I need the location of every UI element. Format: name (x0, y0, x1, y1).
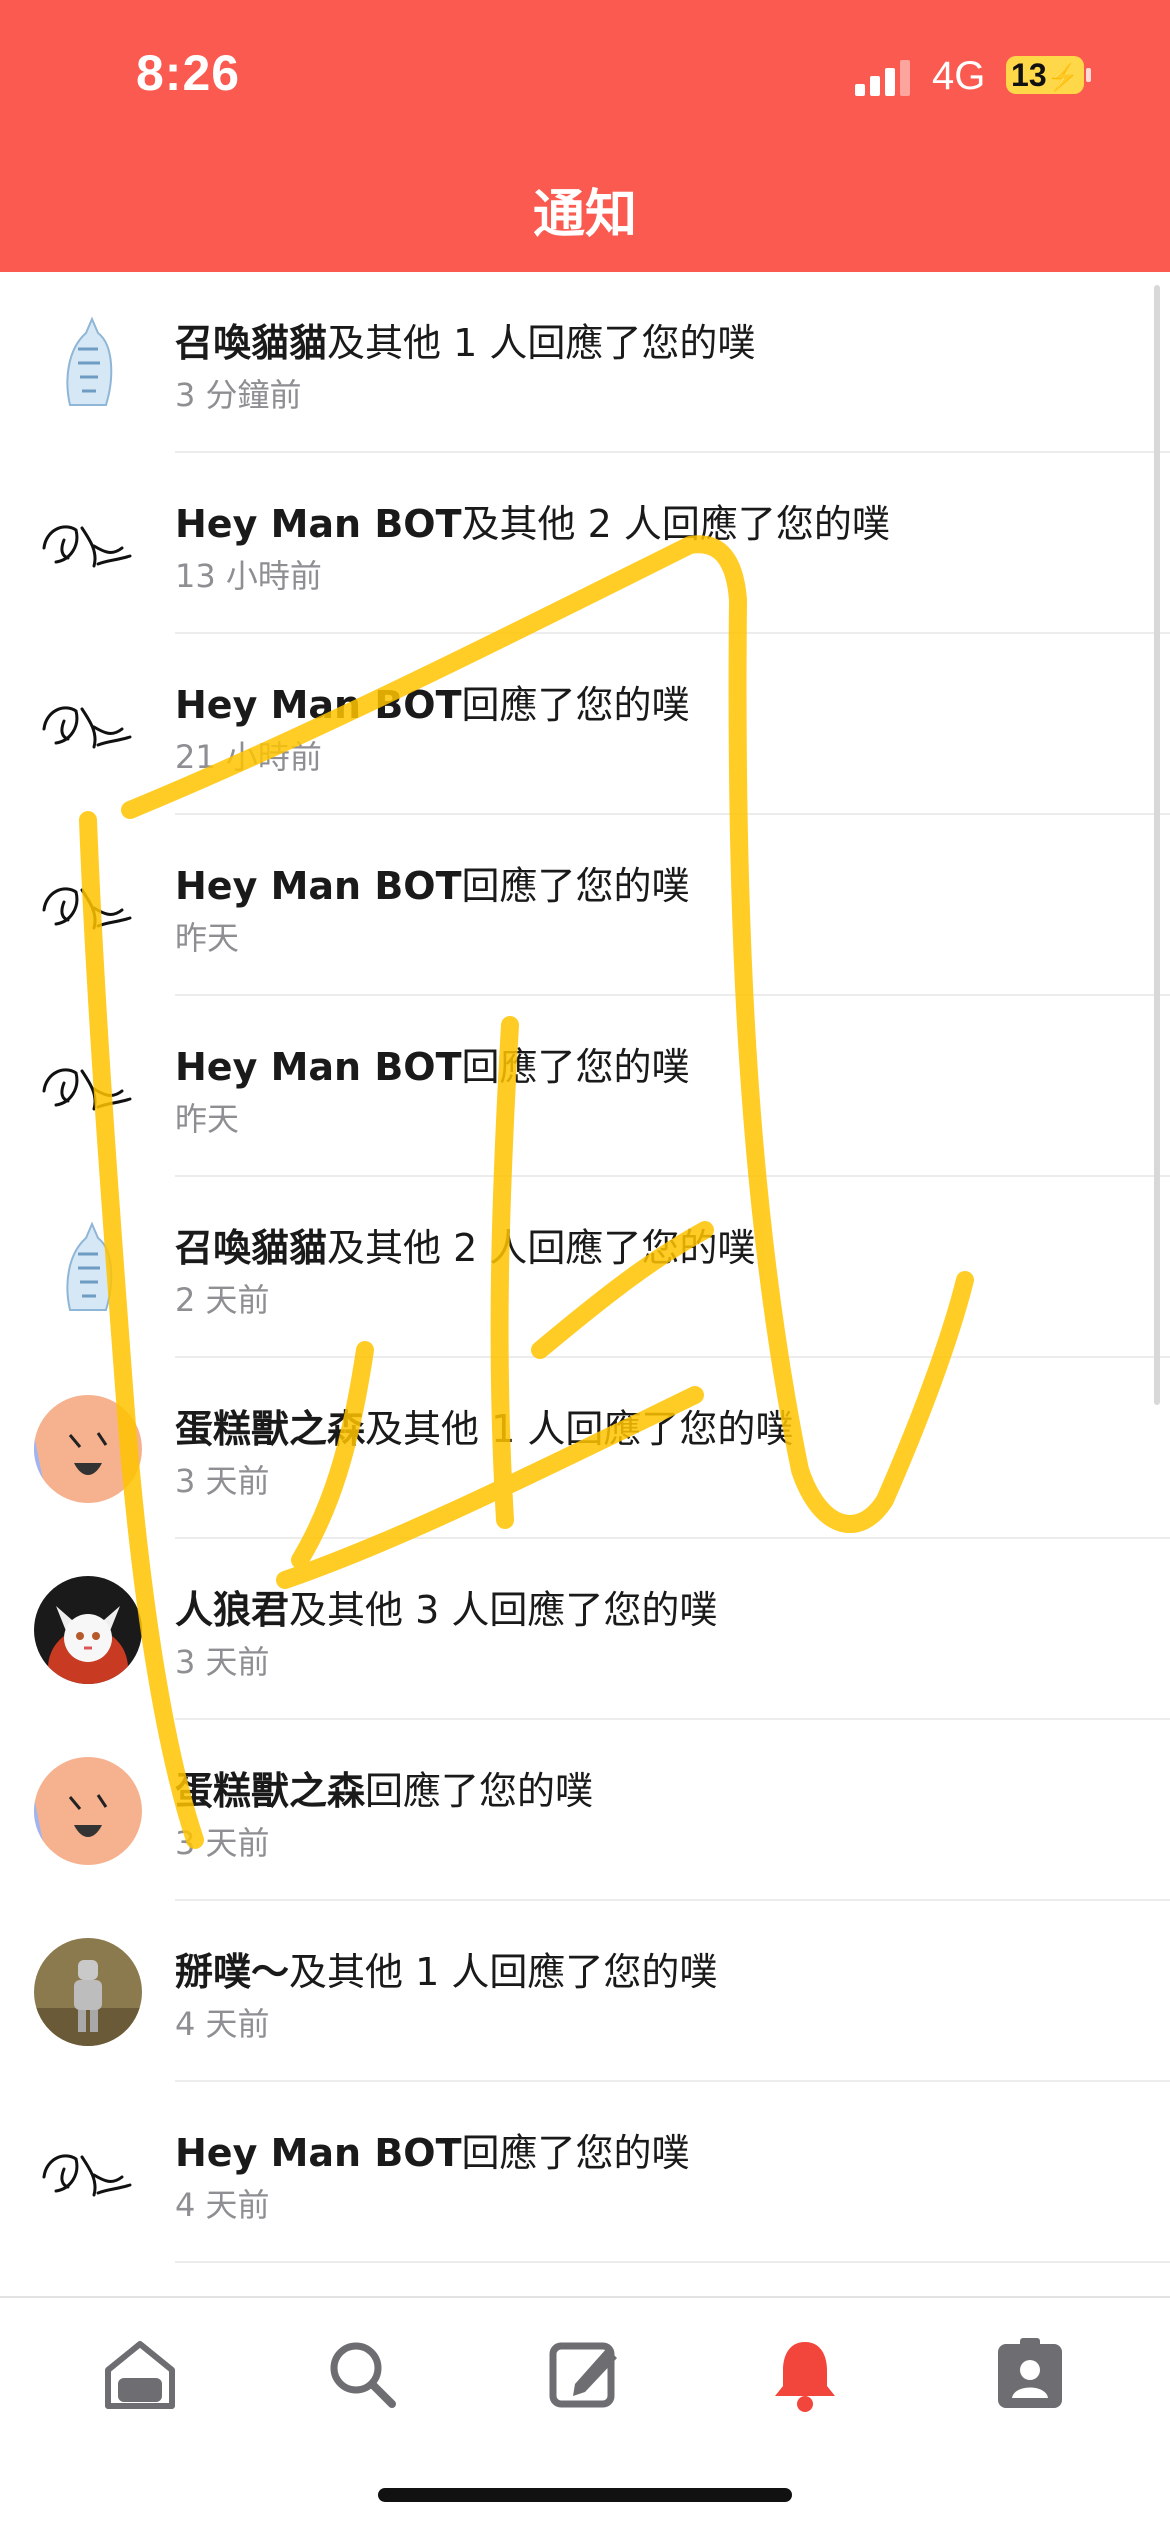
notification-action: 回應了您的噗 (461, 864, 690, 908)
notification-row[interactable]: Hey Man BOT回應了您的噗 21 小時前 (0, 634, 1170, 815)
bell-icon[interactable] (765, 2334, 845, 2414)
notification-text: 人狼君及其他 3 人回應了您的噗 (175, 1579, 717, 1634)
timestamp: 2 天前 (175, 1281, 270, 1319)
timestamp: 昨天 (175, 919, 240, 957)
battery-icon: 13⚡ (1006, 56, 1084, 94)
sender-name[interactable]: 人狼君 (175, 1588, 289, 1632)
avatar[interactable] (34, 1394, 142, 1503)
notification-row[interactable]: Hey Man BOT回應了您的噗 4 天前 (0, 2082, 1170, 2263)
status-time: 8:26 (136, 45, 241, 101)
profile-card-icon[interactable] (990, 2334, 1070, 2414)
scrollbar[interactable] (1154, 285, 1160, 1405)
battery-level: 13 (1011, 57, 1047, 93)
notification-action: 及其他 2 人回應了您的噗 (461, 502, 890, 546)
home-indicator (378, 2488, 792, 2502)
notification-row[interactable]: Hey Man BOT回應了您的噗昨天 (0, 996, 1170, 1177)
notification-text: Hey Man BOT及其他 2 人回應了您的噗 (175, 493, 890, 548)
notification-text: 掰噗～及其他 1 人回應了您的噗 (175, 1941, 717, 1996)
avatar[interactable] (34, 1756, 142, 1865)
avatar[interactable] (34, 851, 142, 960)
search-icon[interactable] (322, 2334, 402, 2414)
sender-name[interactable]: 召喚貓貓 (175, 321, 327, 365)
compose-icon[interactable] (545, 2334, 625, 2414)
notification-text: Hey Man BOT回應了您的噗 (175, 1036, 690, 1091)
home-icon[interactable] (100, 2334, 180, 2414)
signal-icon (855, 60, 915, 96)
sender-name[interactable]: Hey Man BOT (175, 864, 462, 908)
timestamp: 3 天前 (175, 1824, 270, 1862)
avatar[interactable] (34, 308, 142, 417)
timestamp: 4 天前 (175, 2186, 270, 2224)
timestamp: 4 天前 (175, 2005, 270, 2043)
notification-row[interactable]: 掰噗～及其他 1 人回應了您的噗 4 天前 (0, 1901, 1170, 2082)
notification-action: 及其他 3 人回應了您的噗 (289, 1588, 718, 1632)
timestamp: 3 天前 (175, 1643, 270, 1681)
notification-row[interactable]: 蛋糕獸之森及其他 1 人回應了您的噗 3 天前 (0, 1358, 1170, 1539)
notification-action: 回應了您的噗 (461, 2131, 690, 2175)
timestamp: 3 天前 (175, 1462, 270, 1500)
sender-name[interactable]: Hey Man BOT (175, 502, 462, 546)
notification-text: Hey Man BOT回應了您的噗 (175, 855, 690, 910)
sender-name[interactable]: Hey Man BOT (175, 2131, 462, 2175)
notification-row[interactable]: 人狼君及其他 3 人回應了您的噗 3 天前 (0, 1539, 1170, 1720)
notification-text: Hey Man BOT回應了您的噗 (175, 674, 690, 729)
divider (175, 2261, 1170, 2263)
notification-list: 召喚貓貓及其他 1 人回應了您的噗 3 分鐘前 Hey Man BOT及其他 2 人… (0, 272, 1170, 2296)
notification-action: 回應了您的噗 (365, 1769, 594, 1813)
timestamp: 21 小時前 (175, 738, 322, 776)
notification-row[interactable]: 召喚貓貓及其他 2 人回應了您的噗 2 天前 (0, 1177, 1170, 1358)
avatar[interactable] (34, 1937, 142, 2046)
battery-tip (1086, 68, 1091, 82)
notification-action: 回應了您的噗 (461, 1045, 690, 1089)
sender-name[interactable]: 蛋糕獸之森 (175, 1407, 365, 1451)
notification-text: 召喚貓貓及其他 2 人回應了您的噗 (175, 1217, 755, 1272)
timestamp: 13 小時前 (175, 557, 322, 595)
sender-name[interactable]: 蛋糕獸之森 (175, 1769, 365, 1813)
notification-action: 及其他 1 人回應了您的噗 (365, 1407, 794, 1451)
sender-name[interactable]: Hey Man BOT (175, 1045, 462, 1089)
page-title: 通知 (532, 185, 637, 245)
avatar[interactable] (34, 1575, 142, 1684)
notification-action: 回應了您的噗 (461, 683, 690, 727)
timestamp: 昨天 (175, 1100, 240, 1138)
avatar[interactable] (34, 1032, 142, 1141)
notification-row[interactable]: Hey Man BOT回應了您的噗昨天 (0, 815, 1170, 996)
sender-name[interactable]: Hey Man BOT (175, 683, 462, 727)
timestamp: 3 分鐘前 (175, 376, 302, 414)
notification-row[interactable]: 蛋糕獸之森回應了您的噗 3 天前 (0, 1720, 1170, 1901)
avatar[interactable] (34, 1213, 142, 1322)
network-type: 4G (932, 54, 986, 98)
notification-text: Hey Man BOT回應了您的噗 (175, 2122, 690, 2177)
notification-row[interactable]: Hey Man BOT及其他 2 人回應了您的噗 13 小時前 (0, 453, 1170, 634)
sender-name[interactable]: 召喚貓貓 (175, 1226, 327, 1270)
notification-text: 蛋糕獸之森及其他 1 人回應了您的噗 (175, 1398, 793, 1453)
notification-action: 及其他 1 人回應了您的噗 (289, 1950, 718, 1994)
notification-row[interactable]: 召喚貓貓及其他 1 人回應了您的噗 3 分鐘前 (0, 272, 1170, 453)
notification-action: 及其他 1 人回應了您的噗 (327, 321, 756, 365)
avatar[interactable] (34, 670, 142, 779)
notification-text: 蛋糕獸之森回應了您的噗 (175, 1760, 593, 1815)
avatar[interactable] (34, 489, 142, 598)
sender-name[interactable]: 掰噗～ (175, 1950, 289, 1994)
notification-action: 及其他 2 人回應了您的噗 (327, 1226, 756, 1270)
notification-text: 召喚貓貓及其他 1 人回應了您的噗 (175, 312, 755, 367)
top-header: 8:26 4G 13⚡ 通知 (0, 0, 1170, 272)
avatar[interactable] (34, 2118, 142, 2227)
